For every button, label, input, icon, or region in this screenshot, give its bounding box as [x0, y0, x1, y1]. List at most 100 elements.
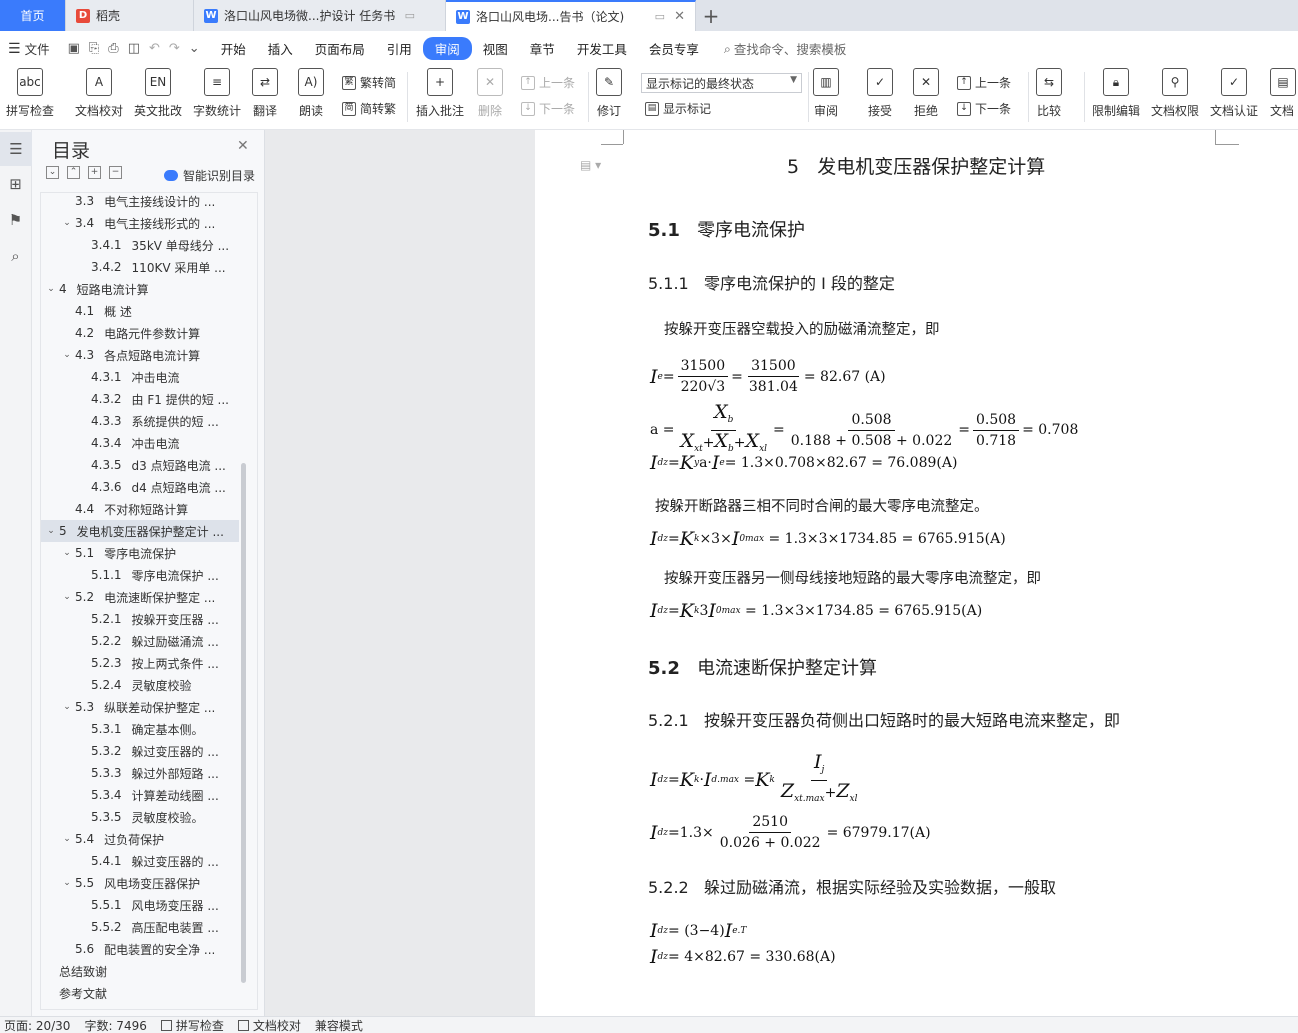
- menu-member[interactable]: 会员专享: [638, 35, 710, 62]
- delete-comment-button[interactable]: ✕ 删除: [477, 68, 503, 119]
- chevron-down-icon[interactable]: ⌄: [45, 284, 57, 294]
- toc-item[interactable]: 4.3.5 d3 点短路电流 ...: [41, 454, 239, 476]
- toc-item[interactable]: 5.2.3 按上两式条件 ...: [41, 652, 239, 674]
- add-icon[interactable]: +: [88, 166, 101, 179]
- reject-button[interactable]: ✕ 拒绝: [913, 68, 939, 119]
- print-icon[interactable]: ⎙: [108, 41, 118, 56]
- restrict-edit-button[interactable]: 🔒︎ 限制编辑: [1092, 68, 1140, 119]
- toc-item[interactable]: 3.4.2 110KV 采用单 ...: [41, 256, 239, 278]
- toc-item[interactable]: 5.6 配电装置的安全净 ...: [41, 938, 239, 960]
- spell-check-button[interactable]: abc 拼写检查: [6, 68, 54, 119]
- status-doc-check[interactable]: 文档校对: [237, 1017, 301, 1033]
- preview-icon[interactable]: ◫: [128, 41, 140, 56]
- chevron-down-icon[interactable]: ⌄: [61, 878, 73, 888]
- toc-item[interactable]: 参考文献: [41, 982, 239, 1004]
- close-icon[interactable]: ✕: [674, 9, 685, 24]
- next-change-button[interactable]: ↓ 下一条: [957, 100, 1011, 117]
- toc-item[interactable]: 5.5.1 风电场变压器 ...: [41, 894, 239, 916]
- toc-item[interactable]: 5.3.2 躲过变压器的 ...: [41, 740, 239, 762]
- toc-item[interactable]: ⌄ 4.3 各点短路电流计算: [41, 344, 239, 366]
- smart-toc-button[interactable]: 智能识别目录: [164, 167, 255, 184]
- toc-item[interactable]: 5.1.1 零序电流保护 ...: [41, 564, 239, 586]
- collapse-up-icon[interactable]: ⌃: [67, 166, 80, 179]
- file-menu[interactable]: ☰ 文件: [0, 39, 58, 58]
- toc-item[interactable]: 3.3 电气主接线设计的 ...: [41, 193, 239, 212]
- toc-item[interactable]: 4.4 不对称短路计算: [41, 498, 239, 520]
- doc-rights-button[interactable]: ⚲ 文档权限: [1151, 68, 1199, 119]
- toc-item[interactable]: 总结致谢: [41, 960, 239, 982]
- read-aloud-button[interactable]: A) 朗读: [298, 68, 324, 119]
- customize-icon[interactable]: ⌄: [189, 41, 200, 56]
- toc-item[interactable]: 5.3.3 躲过外部短路 ...: [41, 762, 239, 784]
- markup-state-select[interactable]: 显示标记的最终状态 ▼: [641, 73, 802, 93]
- chevron-down-icon[interactable]: ⌄: [61, 548, 73, 558]
- toc-item[interactable]: ⌄ 5.4 过负荷保护: [41, 828, 239, 850]
- page-counter[interactable]: 页面: 20/30: [4, 1017, 70, 1033]
- expand-all-icon[interactable]: ⌄: [46, 166, 59, 179]
- doc-check-button[interactable]: A 文档校对: [75, 68, 123, 119]
- menu-dev-tools[interactable]: 开发工具: [566, 35, 638, 62]
- toc-item[interactable]: 5.2.1 按躲开变压器 ...: [41, 608, 239, 630]
- export-icon[interactable]: ⎘: [89, 41, 99, 56]
- tab-home[interactable]: 首页: [0, 0, 66, 31]
- command-search[interactable]: ⌕ 查找命令、搜索模板: [724, 39, 847, 58]
- revise-button[interactable]: ✎ 修订: [596, 68, 622, 119]
- menu-insert[interactable]: 插入: [257, 35, 304, 62]
- chevron-down-icon[interactable]: ⌄: [61, 218, 73, 228]
- toc-item[interactable]: ⌄ 5.2 电流速断保护整定 ...: [41, 586, 239, 608]
- toc-item[interactable]: ⌄ 4 短路电流计算: [41, 278, 239, 300]
- english-review-button[interactable]: EN 英文批改: [134, 68, 182, 119]
- trad-to-simp-button[interactable]: 繁繁转简: [342, 74, 396, 91]
- toc-item[interactable]: 4.3.2 由 F1 提供的短 ...: [41, 388, 239, 410]
- compare-button[interactable]: ⇆ 比较: [1036, 68, 1062, 119]
- tab-daoke[interactable]: D 稻壳: [66, 0, 194, 31]
- chapter-icon[interactable]: ⊞: [7, 176, 24, 193]
- search-icon[interactable]: ⌕: [7, 248, 24, 265]
- toc-item[interactable]: 5.4.1 躲过变压器的 ...: [41, 850, 239, 872]
- simp-to-trad-button[interactable]: 简简转繁: [342, 100, 396, 117]
- toc-item[interactable]: 4.1 概 述: [41, 300, 239, 322]
- page-options-icon[interactable]: ▤ ▾: [580, 158, 601, 172]
- toc-item[interactable]: ⌄ 5 发电机变压器保护整定计 ...: [41, 520, 239, 542]
- save-icon[interactable]: ▣: [68, 41, 80, 56]
- toc-item[interactable]: 5.2.2 躲过励磁涌流 ...: [41, 630, 239, 652]
- toc-icon[interactable]: ☰: [0, 132, 32, 166]
- insert-comment-button[interactable]: + 插入批注: [416, 68, 464, 119]
- toc-item[interactable]: ⌄ 5.1 零序电流保护: [41, 542, 239, 564]
- doc-auth-button[interactable]: ✓ 文档认证: [1210, 68, 1258, 119]
- toc-item[interactable]: 5.3.1 确定基本侧。: [41, 718, 239, 740]
- toc-item[interactable]: 4.3.4 冲击电流: [41, 432, 239, 454]
- chevron-down-icon[interactable]: ⌄: [61, 350, 73, 360]
- translate-button[interactable]: ⇄ 翻译: [252, 68, 278, 119]
- next-comment-button[interactable]: ↓ 下一条: [521, 100, 575, 117]
- monitor-icon[interactable]: ▭: [655, 10, 665, 23]
- toc-item[interactable]: 3.4.1 35kV 单母线分 ...: [41, 234, 239, 256]
- toc-item[interactable]: 5.3.4 计算差动线圈 ...: [41, 784, 239, 806]
- toc-item[interactable]: 4.3.3 系统提供的短 ...: [41, 410, 239, 432]
- toc-item[interactable]: 4.2 电路元件参数计算: [41, 322, 239, 344]
- new-tab-icon[interactable]: +: [696, 0, 726, 31]
- chevron-down-icon[interactable]: ⌄: [61, 834, 73, 844]
- monitor-icon[interactable]: ▭: [405, 9, 415, 22]
- menu-reference[interactable]: 引用: [376, 35, 423, 62]
- menu-page-layout[interactable]: 页面布局: [304, 35, 376, 62]
- menu-view[interactable]: 视图: [472, 35, 519, 62]
- prev-comment-button[interactable]: ↑ 上一条: [521, 74, 575, 91]
- toc-item[interactable]: 5.2.4 灵敏度校验: [41, 674, 239, 696]
- redo-icon[interactable]: ↷: [169, 41, 180, 56]
- show-markup-button[interactable]: ▤ 显示标记: [645, 100, 711, 117]
- toc-scrollbar[interactable]: [241, 463, 246, 983]
- menu-start[interactable]: 开始: [210, 35, 257, 62]
- prev-change-button[interactable]: ↑ 上一条: [957, 74, 1011, 91]
- toc-item[interactable]: ⌄ 5.3 纵联差动保护整定 ...: [41, 696, 239, 718]
- toc-item[interactable]: 5.5.2 高压配电装置 ...: [41, 916, 239, 938]
- accept-button[interactable]: ✓ 接受: [867, 68, 893, 119]
- undo-icon[interactable]: ↶: [149, 41, 160, 56]
- tab-document-report[interactable]: W 洛口山风电场...告书（论文) ▭ ✕: [446, 0, 696, 31]
- toc-item[interactable]: ⌄ 3.4 电气主接线形式的 ...: [41, 212, 239, 234]
- chevron-down-icon[interactable]: ⌄: [45, 526, 57, 536]
- toc-item[interactable]: ⌄ 5.5 风电场变压器保护: [41, 872, 239, 894]
- toc-item[interactable]: 4.3.6 d4 点短路电流 ...: [41, 476, 239, 498]
- doc-more-button[interactable]: ▤ 文档: [1270, 68, 1298, 119]
- review-pane-button[interactable]: ▥ 审阅: [813, 68, 839, 119]
